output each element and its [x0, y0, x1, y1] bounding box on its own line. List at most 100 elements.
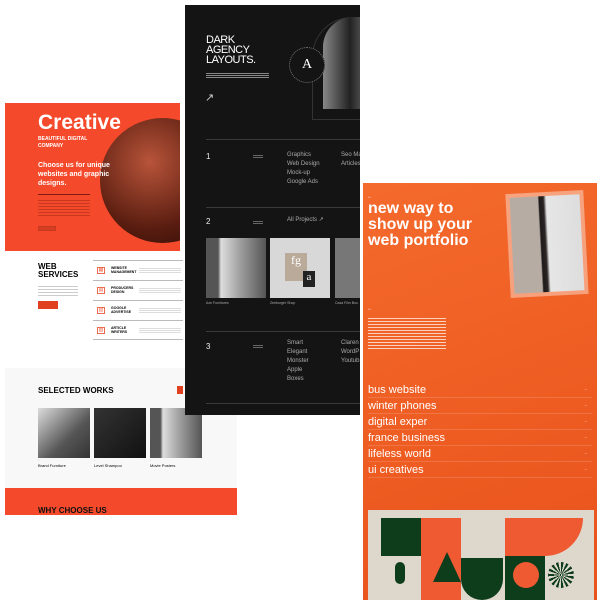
list-item[interactable]: Youtub: [341, 357, 359, 366]
list-item[interactable]: Mock-up: [287, 169, 320, 178]
service-item[interactable]: ▥ GOOGLE ADVERTISE: [93, 300, 183, 320]
project-item[interactable]: lifeless world —: [368, 446, 592, 462]
project-name: france business: [368, 432, 446, 444]
work-title: Movie Posters: [150, 463, 176, 468]
hero-tagline: Choose us for unique websites and graphi…: [38, 162, 110, 187]
hero-button[interactable]: [38, 226, 56, 231]
list-item[interactable]: Seo Manage: [341, 151, 360, 160]
work-title: Level Shampoo: [94, 463, 122, 468]
list-item[interactable]: Apple: [287, 366, 309, 375]
project-meta: —: [584, 388, 588, 391]
service-text: [139, 327, 181, 333]
work-category: ▪: [150, 459, 151, 462]
work-card[interactable]: ▪ Level Shampoo: [94, 408, 146, 468]
intro-paragraph: [368, 316, 446, 351]
divider: [206, 331, 360, 332]
service-icon: ▧: [97, 327, 105, 334]
service-item[interactable]: ▧ ARTICLE WRITERS: [93, 320, 183, 340]
statue-photo: [323, 17, 360, 109]
service-icon: ▤: [97, 287, 105, 294]
divider: [206, 207, 360, 208]
section-label: [253, 220, 263, 224]
list-item[interactable]: Graphics: [287, 151, 320, 160]
divider: [206, 403, 360, 404]
fga-tag: a: [303, 271, 315, 287]
creative-agency-badge: A: [289, 47, 325, 83]
project-item[interactable]: winter phones —: [368, 398, 592, 414]
small-label: ▪▪▪: [368, 308, 371, 311]
project-item[interactable]: france business —: [368, 430, 592, 446]
project-meta: —: [584, 404, 588, 407]
works-nav-button[interactable]: [177, 386, 183, 394]
work-category: ▪: [38, 459, 39, 462]
list-item[interactable]: Elegant: [287, 348, 309, 357]
service-icon: ▦: [97, 267, 105, 274]
work-card[interactable]: ▪ Movie Posters: [150, 408, 202, 468]
small-label: ▪▪▪: [368, 196, 371, 199]
work-category: ▪: [94, 459, 95, 462]
list-item[interactable]: Web Design: [287, 160, 320, 169]
project-title: Casa Film Boo: [335, 301, 358, 305]
section-number: 1: [206, 152, 211, 161]
why-title: WHY CHOOSE US: [38, 506, 107, 515]
dark-title: DARK AGENCY LAYOUTS.: [206, 34, 256, 66]
service-text: [139, 267, 181, 273]
project-item[interactable]: digital exper —: [368, 414, 592, 430]
project-meta: —: [584, 436, 588, 439]
project-name: lifeless world: [368, 448, 431, 460]
service-item[interactable]: ▦ WEBSITE MANAGEMENT: [93, 260, 183, 280]
project-meta: —: [584, 468, 588, 471]
service-text: [139, 287, 181, 293]
service-list: Smart Elegant Monster Apple Boxes: [287, 339, 309, 384]
project-name: ui creatives: [368, 464, 424, 476]
project-item[interactable]: ui creatives —: [368, 462, 592, 478]
service-item[interactable]: ▤ PRODUCERS DESIGN: [93, 280, 183, 300]
list-item[interactable]: Smart: [287, 339, 309, 348]
project-meta: —: [584, 420, 588, 423]
list-item[interactable]: Articles: [341, 160, 360, 169]
services-button[interactable]: [38, 301, 58, 309]
project-thumbnail[interactable]: [335, 238, 360, 298]
project-name: digital exper: [368, 416, 428, 428]
all-projects-link[interactable]: All Projects ↗: [287, 216, 324, 225]
project-name: bus website: [368, 384, 427, 396]
divider: [206, 139, 360, 140]
project-item[interactable]: bus website —: [368, 382, 592, 398]
list-item[interactable]: Google Ads: [287, 178, 320, 187]
geometric-poster: [368, 510, 594, 600]
list-item[interactable]: WordP: [341, 348, 359, 357]
why-choose-us-section: WHY CHOOSE US: [5, 488, 237, 515]
list-item[interactable]: Boxes: [287, 375, 309, 384]
portfolio-title: new way to show up your web portfolio: [368, 200, 472, 249]
project-thumbnail[interactable]: [206, 238, 266, 298]
service-list: Seo ManageArticles: [341, 151, 360, 169]
dark-agency-template-preview[interactable]: A DARK AGENCY LAYOUTS. ↗ 1 Graphics Web D…: [185, 5, 360, 415]
service-label: ARTICLE WRITERS: [111, 326, 128, 334]
portfolio-template-preview[interactable]: ▪▪▪ new way to show up your web portfoli…: [363, 183, 597, 600]
divider: [38, 194, 90, 195]
project-title: Axe Furnitures: [206, 301, 229, 305]
service-list: Claren WordP Youtub: [341, 339, 359, 366]
hero-subtitle: BEAUTIFUL DIGITAL COMPANY: [38, 136, 88, 149]
list-item[interactable]: Monster: [287, 357, 309, 366]
service-text: [139, 307, 181, 313]
works-title: SELECTED WORKS: [38, 386, 114, 395]
services-description: [38, 284, 78, 296]
project-meta: —: [584, 452, 588, 455]
project-name: winter phones: [368, 400, 437, 412]
portrait-photo: [505, 190, 589, 298]
service-label: GOOGLE ADVERTISE: [111, 306, 132, 314]
project-title: Zeeburger Shop: [270, 301, 296, 305]
project-thumbnail[interactable]: fg a: [270, 238, 330, 298]
service-label: WEBSITE MANAGEMENT: [111, 266, 137, 274]
work-card[interactable]: ▪ Brand Furniture: [38, 408, 90, 468]
arrow-up-right-icon[interactable]: ↗: [205, 91, 214, 104]
service-label: PRODUCERS DESIGN: [111, 286, 134, 294]
service-list: Graphics Web Design Mock-up Google Ads: [287, 151, 320, 187]
section-number: 2: [206, 217, 211, 226]
hero-title: Creative: [38, 111, 121, 134]
work-title: Brand Furniture: [38, 463, 66, 468]
list-item[interactable]: Claren: [341, 339, 359, 348]
section-label: [253, 154, 263, 158]
section-number: 3: [206, 342, 211, 351]
